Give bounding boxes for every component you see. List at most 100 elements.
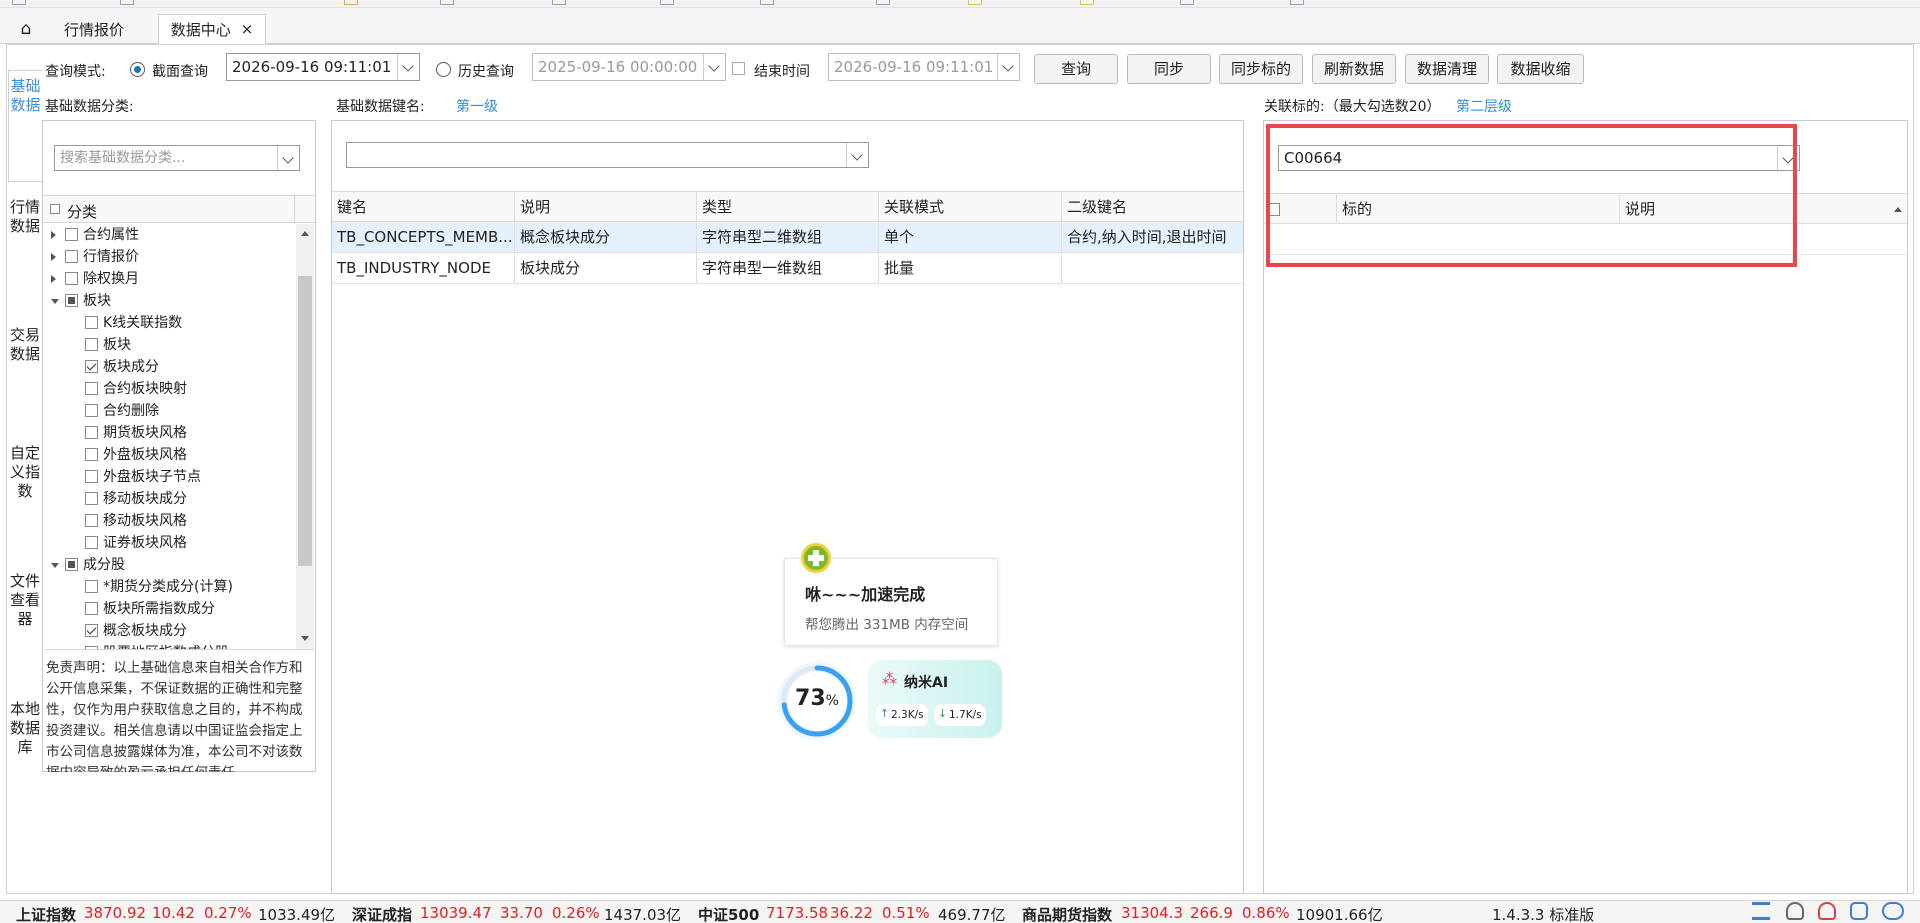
service-icon[interactable]: [1786, 902, 1804, 920]
target-combo[interactable]: C00664: [1278, 145, 1800, 171]
toolbar-icon[interactable]: [344, 0, 358, 5]
tree-item-checkbox[interactable]: [65, 228, 78, 241]
tree-item-checkbox[interactable]: [85, 536, 98, 549]
tree-item[interactable]: 板块: [43, 290, 295, 312]
user-icon[interactable]: [1818, 902, 1836, 920]
radio-history-query[interactable]: [436, 62, 451, 77]
section-time-picker[interactable]: 2026-09-16 09:11:01: [226, 53, 420, 81]
tree-item-checkbox[interactable]: [65, 558, 78, 571]
chevron-down-icon[interactable]: [277, 146, 299, 170]
tree-item-checkbox[interactable]: [65, 294, 78, 307]
sidenav-item-file-viewer[interactable]: 文件查看器: [8, 572, 42, 629]
list-icon[interactable]: [1752, 902, 1770, 920]
toolbar-icon[interactable]: [1080, 0, 1094, 5]
col-secondary-key[interactable]: 二级键名: [1062, 192, 1243, 221]
toolbar-icon[interactable]: [760, 0, 774, 5]
col-target-desc[interactable]: 说明: [1620, 194, 1907, 223]
tree-item[interactable]: 板块所需指数成分: [43, 598, 295, 620]
tree-item[interactable]: 行情报价: [43, 246, 295, 268]
index-name[interactable]: 深证成指: [352, 904, 412, 923]
toolbar-icon[interactable]: [1290, 0, 1304, 5]
tree-item[interactable]: K线关联指数: [43, 312, 295, 334]
level-two-link[interactable]: 第二层级: [1456, 96, 1512, 116]
toolbar-icon[interactable]: [440, 0, 454, 5]
tree-item-checkbox[interactable]: [85, 360, 98, 373]
tree-item-checkbox[interactable]: [85, 470, 98, 483]
tree-item[interactable]: 证券板块风格: [43, 532, 295, 554]
sidenav-item-quote[interactable]: 行情数据: [8, 198, 42, 236]
tree-item[interactable]: 外盘板块风格: [43, 444, 295, 466]
tree-item[interactable]: 股票地区指数成分股: [43, 642, 295, 649]
collapse-icon[interactable]: [51, 231, 56, 239]
col-type[interactable]: 类型: [697, 192, 879, 221]
sidenav-item-custom-index[interactable]: 自定义指数: [8, 444, 42, 501]
toolbar-icon[interactable]: [12, 0, 26, 5]
sidenav-item-local-db[interactable]: 本地数据库: [8, 700, 42, 757]
tree-item[interactable]: 移动板块风格: [43, 510, 295, 532]
collapse-icon[interactable]: [51, 275, 56, 283]
col-keyname[interactable]: 键名: [332, 192, 515, 221]
close-icon[interactable]: ×: [241, 20, 254, 38]
tree-item[interactable]: 成分股: [43, 554, 295, 576]
toolbar-icon[interactable]: [968, 0, 982, 5]
collapse-icon[interactable]: [51, 253, 56, 261]
chevron-down-icon[interactable]: [703, 54, 725, 80]
col-link-mode[interactable]: 关联模式: [879, 192, 1062, 221]
clean-data-button[interactable]: 数据清理: [1405, 54, 1489, 84]
tree-item[interactable]: 板块: [43, 334, 295, 356]
index-name[interactable]: 上证指数: [16, 904, 76, 923]
expand-icon[interactable]: [51, 563, 59, 568]
tree-item[interactable]: 外盘板块子节点: [43, 466, 295, 488]
tree-item-checkbox[interactable]: [85, 514, 98, 527]
tree-item-checkbox[interactable]: [85, 426, 98, 439]
refresh-data-button[interactable]: 刷新数据: [1312, 54, 1396, 84]
tree-item-checkbox[interactable]: [85, 404, 98, 417]
tree-item[interactable]: 期货板块风格: [43, 422, 295, 444]
tree-item[interactable]: 概念板块成分: [43, 620, 295, 642]
tree-item-checkbox[interactable]: [85, 602, 98, 615]
tab-datacenter[interactable]: 数据中心 ×: [158, 14, 266, 44]
toolbar-icon[interactable]: [876, 0, 890, 5]
col-desc[interactable]: 说明: [515, 192, 697, 221]
tree-item-checkbox[interactable]: [85, 382, 98, 395]
category-header-checkbox[interactable]: [50, 204, 60, 214]
index-name[interactable]: 中证500: [698, 904, 759, 923]
table-row[interactable]: TB_INDUSTRY_NODE 板块成分 字符串型一维数组 批量: [332, 253, 1243, 284]
history-start-picker[interactable]: 2025-09-16 00:00:00: [532, 53, 726, 81]
expand-icon[interactable]: [51, 299, 59, 304]
scroll-up-icon[interactable]: [301, 231, 309, 236]
chevron-down-icon[interactable]: [397, 54, 419, 80]
collapse-data-button[interactable]: 数据收缩: [1497, 54, 1584, 84]
tree-item[interactable]: 合约板块映射: [43, 378, 295, 400]
table-row[interactable]: TB_CONCEPTS_MEMB... 概念板块成分 字符串型二维数组 单个 合…: [332, 222, 1243, 253]
sync-button[interactable]: 同步: [1127, 54, 1211, 84]
toolbar-icon[interactable]: [552, 0, 566, 5]
chevron-down-icon[interactable]: [1777, 146, 1799, 170]
end-time-checkbox[interactable]: [732, 62, 745, 75]
tree-item-checkbox[interactable]: [85, 338, 98, 351]
radio-section-query[interactable]: [130, 62, 145, 77]
tree-item[interactable]: 合约删除: [43, 400, 295, 422]
chevron-down-icon[interactable]: [846, 143, 868, 167]
sync-target-button[interactable]: 同步标的: [1219, 54, 1303, 84]
cloud-icon[interactable]: [1882, 902, 1904, 920]
tree-item[interactable]: 板块成分: [43, 356, 295, 378]
chat-icon[interactable]: [1850, 902, 1868, 920]
tree-item[interactable]: 移动板块成分: [43, 488, 295, 510]
home-icon[interactable]: ⌂: [8, 14, 44, 44]
category-search-input[interactable]: 搜索基础数据分类...: [54, 145, 300, 171]
tree-item-checkbox[interactable]: [85, 448, 98, 461]
tree-scrollbar-thumb[interactable]: [298, 276, 312, 566]
scroll-down-icon[interactable]: [301, 636, 309, 641]
keyname-filter-combo[interactable]: [346, 142, 869, 168]
index-name[interactable]: 商品期货指数: [1022, 904, 1112, 923]
tree-item-checkbox[interactable]: [85, 624, 98, 637]
tree-item-checkbox[interactable]: [85, 492, 98, 505]
sort-asc-icon[interactable]: [1894, 207, 1902, 212]
toolbar-icon[interactable]: [1180, 0, 1194, 5]
toolbar-icon[interactable]: [660, 0, 674, 5]
tree-item[interactable]: 除权换月: [43, 268, 295, 290]
end-time-picker[interactable]: 2026-09-16 09:11:01: [828, 53, 1020, 81]
chevron-down-icon[interactable]: [997, 54, 1019, 80]
tree-item-checkbox[interactable]: [65, 250, 78, 263]
